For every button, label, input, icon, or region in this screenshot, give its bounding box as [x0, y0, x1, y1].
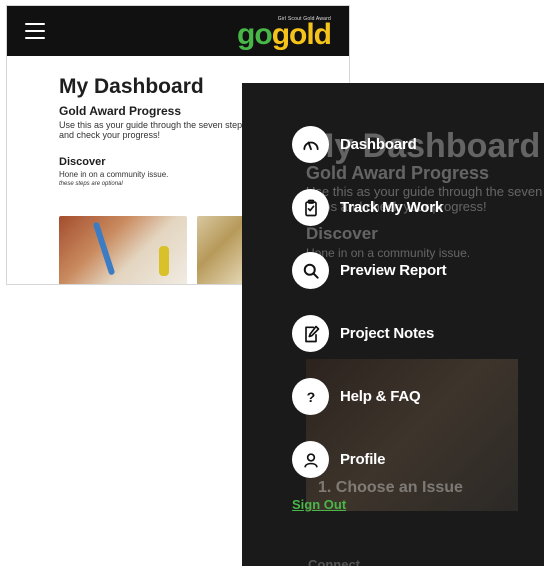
menu-item-help-faq[interactable]: ? Help & FAQ: [292, 365, 446, 428]
user-icon: [292, 441, 329, 478]
note-edit-icon: [292, 315, 329, 352]
nav-menu: Dashboard Track My Work Preview Report P…: [292, 113, 447, 491]
menu-label-help-faq: Help & FAQ: [340, 388, 421, 405]
menu-label-track-my-work: Track My Work: [340, 199, 444, 216]
progress-description: Use this as your guide through the seven…: [59, 120, 247, 140]
logo-go: go: [237, 17, 273, 51]
dimmed-next-section: Connect: [308, 557, 360, 566]
menu-label-project-notes: Project Notes: [340, 325, 435, 342]
gauge-icon: [292, 126, 329, 163]
gogold-logo[interactable]: Girl Scout Gold Award gogold: [237, 16, 332, 50]
menu-item-preview-report[interactable]: Preview Report: [292, 239, 447, 302]
menu-item-project-notes[interactable]: Project Notes: [292, 302, 446, 365]
step-cards: [59, 216, 257, 284]
clipboard-check-icon: [292, 189, 329, 226]
menu-item-dashboard[interactable]: Dashboard: [292, 113, 446, 176]
menu-label-dashboard: Dashboard: [340, 136, 417, 153]
menu-screen: My Dashboard Gold Award Progress Use thi…: [242, 83, 544, 566]
app-header: Girl Scout Gold Award gogold: [7, 6, 349, 56]
menu-label-preview-report: Preview Report: [340, 262, 447, 279]
search-icon: [292, 252, 329, 289]
hamburger-menu-icon[interactable]: [25, 23, 45, 39]
sign-out-link[interactable]: Sign Out: [292, 497, 346, 512]
menu-item-track-my-work[interactable]: Track My Work: [292, 176, 446, 239]
svg-text:?: ?: [306, 390, 315, 406]
menu-label-profile: Profile: [340, 451, 386, 468]
menu-item-profile[interactable]: Profile: [292, 428, 446, 491]
step-card-image[interactable]: [59, 216, 187, 284]
question-icon: ?: [292, 378, 329, 415]
logo-gold: gold: [271, 17, 332, 51]
